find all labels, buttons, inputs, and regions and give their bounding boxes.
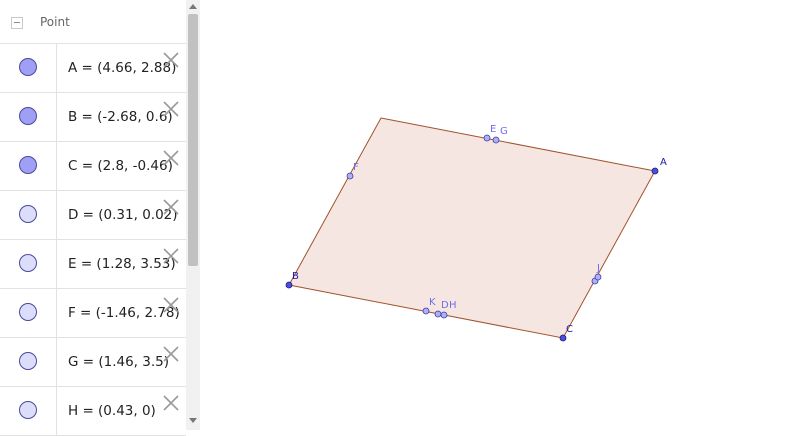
point-label-J: J [596,263,600,274]
algebra-item-text[interactable]: B = (-2.68, 0.6) [68,109,173,125]
algebra-view: Point A = (4.66, 2.88) B = (-2.68, 0.6) C … [0,0,200,436]
algebra-item[interactable]: F = (-1.46, 2.78) [0,289,186,338]
visibility-cell [0,289,57,337]
algebra-item-text[interactable]: H = (0.43, 0) [68,403,156,419]
triangle-down-icon[interactable] [189,418,197,423]
visibility-toggle-icon[interactable] [19,58,37,76]
minus-icon[interactable] [11,17,23,29]
algebra-item[interactable]: G = (1.46, 3.5) [0,338,186,387]
point-label-E: E [490,124,496,135]
point-F[interactable] [346,172,354,180]
visibility-toggle-icon[interactable] [19,303,37,321]
close-icon[interactable] [160,196,182,218]
polygon-shape[interactable] [288,117,656,339]
algebra-item[interactable]: C = (2.8, -0.46) [0,142,186,191]
graphics-canvas[interactable]: A B C E G F J K D H [207,0,800,430]
point-G[interactable] [492,136,500,144]
visibility-cell [0,142,57,190]
close-icon[interactable] [160,49,182,71]
close-icon[interactable] [160,245,182,267]
visibility-cell [0,191,57,239]
point-label-H: H [449,300,457,311]
point-label-A: A [660,157,667,168]
point-label-D: D [441,300,449,311]
close-icon[interactable] [160,343,182,365]
visibility-toggle-icon[interactable] [19,254,37,272]
point-label-F: F [353,162,359,173]
scrollbar-thumb[interactable] [188,14,198,266]
algebra-item[interactable]: D = (0.31, 0.02) [0,191,186,240]
visibility-cell [0,240,57,288]
visibility-toggle-icon[interactable] [19,107,37,125]
visibility-toggle-icon[interactable] [19,205,37,223]
close-icon[interactable] [160,294,182,316]
algebra-item[interactable]: A = (4.66, 2.88) [0,44,186,93]
algebra-item[interactable]: E = (1.28, 3.53) [0,240,186,289]
group-label: Point [40,15,70,29]
visibility-toggle-icon[interactable] [19,352,37,370]
close-icon[interactable] [160,147,182,169]
algebra-scrollbar[interactable] [186,0,200,430]
point-H[interactable] [440,311,448,319]
point-label-B: B [292,271,299,282]
visibility-cell [0,387,57,435]
point-J[interactable] [594,273,602,281]
point-C[interactable] [559,334,567,342]
point-B[interactable] [285,281,293,289]
point-label-K: K [429,297,436,308]
point-A[interactable] [651,167,659,175]
algebra-item-text[interactable]: C = (2.8, -0.46) [68,158,173,174]
close-icon[interactable] [160,98,182,120]
point-K[interactable] [422,307,430,315]
point-E[interactable] [483,134,491,142]
visibility-toggle-icon[interactable] [19,156,37,174]
algebra-item[interactable]: B = (-2.68, 0.6) [0,93,186,142]
close-icon[interactable] [160,392,182,414]
visibility-cell [0,338,57,386]
algebra-group-header[interactable]: Point [0,0,186,44]
algebra-item[interactable]: H = (0.43, 0) [0,387,186,436]
triangle-up-icon[interactable] [189,4,197,9]
visibility-toggle-icon[interactable] [19,401,37,419]
algebra-item-text[interactable]: G = (1.46, 3.5) [68,354,169,370]
point-label-C: C [566,324,573,335]
point-label-G: G [500,126,508,137]
point-D[interactable] [434,310,442,318]
visibility-cell [0,93,57,141]
visibility-cell [0,44,57,92]
graphics-view[interactable]: A B C EG F J KDH [207,0,800,430]
